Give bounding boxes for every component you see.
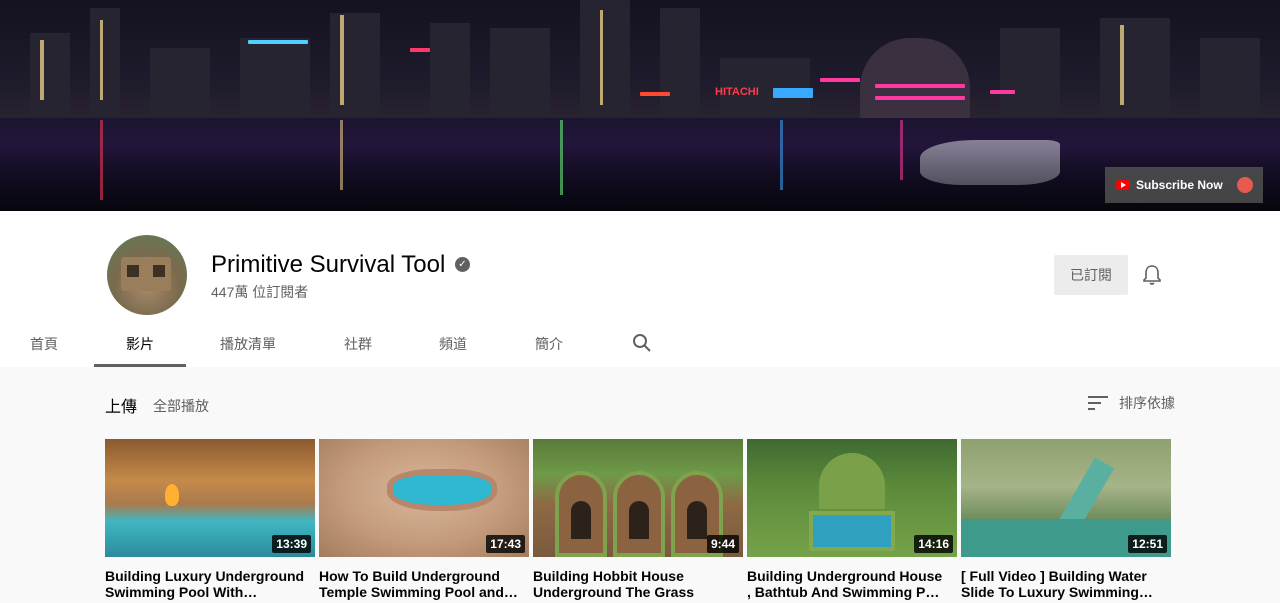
tab-community[interactable]: 社群 — [328, 321, 388, 367]
banner-building — [1100, 18, 1170, 118]
youtube-icon — [1116, 180, 1130, 190]
banner-lights — [340, 15, 344, 105]
thumbnail-fire — [165, 484, 179, 506]
video-thumbnail[interactable]: 17:43 — [319, 439, 529, 557]
search-icon[interactable] — [632, 333, 652, 353]
video-thumbnail[interactable]: 14:16 — [747, 439, 957, 557]
banner-building — [430, 23, 470, 118]
video-title[interactable]: Building Underground House , Bathtub And… — [747, 568, 947, 600]
video-title-line: How To Build Underground — [319, 568, 500, 584]
banner-boat — [920, 140, 1060, 185]
banner-building — [490, 28, 550, 118]
banner-building — [240, 38, 310, 118]
banner-neon — [248, 40, 308, 44]
sort-by-button[interactable]: 排序依據 — [1088, 393, 1175, 413]
tab-channels[interactable]: 頻道 — [423, 321, 483, 367]
banner-reflection — [780, 120, 783, 190]
video-title-line: Building Underground House — [747, 568, 943, 584]
video-thumbnail[interactable]: 13:39 — [105, 439, 315, 557]
video-title-line: Building Hobbit House — [533, 568, 684, 584]
video-title[interactable]: Building Hobbit House Underground The Gr… — [533, 568, 733, 600]
banner-neon — [990, 90, 1015, 94]
banner-building — [150, 48, 210, 118]
thumbnail-arch — [613, 471, 665, 557]
banner-reflection — [900, 120, 903, 180]
video-thumbnail[interactable]: 12:51 — [961, 439, 1171, 557]
video-thumbnail[interactable]: 9:44 — [533, 439, 743, 557]
banner-building — [1200, 38, 1260, 118]
banner-neon — [410, 48, 430, 52]
banner-building — [330, 13, 380, 118]
thumbnail-pool — [387, 469, 497, 511]
subscriber-count: 447萬 位訂閱者 — [211, 284, 309, 300]
video-duration: 12:51 — [1128, 535, 1167, 553]
video-title-line: [ Full Video ] Building Water — [961, 568, 1147, 584]
sort-icon — [1088, 396, 1108, 410]
banner-lights — [1120, 25, 1124, 105]
banner-lights — [40, 40, 44, 100]
banner-building — [30, 33, 70, 118]
avatar-hut-image — [121, 257, 171, 291]
thumbnail-house — [819, 453, 885, 509]
tab-home[interactable]: 首頁 — [18, 321, 70, 367]
section-title: 上傳 — [105, 399, 138, 416]
banner-building — [1000, 28, 1060, 118]
banner-neon-sign: HITACHI — [715, 86, 759, 98]
video-title[interactable]: How To Build Underground Temple Swimming… — [319, 568, 519, 600]
banner-water — [0, 118, 1280, 211]
banner-lights — [100, 20, 103, 100]
video-title-line: Swimming Pool With… — [105, 584, 258, 600]
video-title-line: , Bathtub And Swimming Po… — [747, 584, 947, 600]
banner-neon — [820, 78, 860, 82]
video-duration: 9:44 — [706, 535, 739, 553]
banner-building — [90, 8, 120, 118]
verified-check-icon: ✓ — [455, 257, 470, 272]
subscribe-now-watermark[interactable]: Subscribe Now — [1105, 167, 1263, 203]
banner-reflection — [560, 120, 563, 195]
video-duration: 17:43 — [486, 535, 525, 553]
channel-tabs: 首頁 影片 播放清單 社群 頻道 簡介 — [0, 321, 1280, 367]
banner-building — [660, 8, 700, 118]
play-all-link[interactable]: 全部播放 — [153, 396, 209, 416]
video-title-line: Underground The Grass — [533, 584, 695, 600]
subscribed-button[interactable]: 已訂閱 — [1054, 255, 1128, 295]
channel-banner: HITACHI Subscribe Now — [0, 0, 1280, 211]
notification-bell-icon[interactable] — [1142, 264, 1162, 286]
banner-reflection — [340, 120, 343, 190]
video-title-line: Building Luxury Underground — [105, 568, 305, 584]
tab-about[interactable]: 簡介 — [519, 321, 579, 367]
tab-videos[interactable]: 影片 — [94, 321, 186, 367]
channel-name: Primitive Survival Tool — [211, 251, 446, 278]
banner-neon — [875, 84, 965, 88]
banner-neon — [640, 92, 670, 96]
banner-neon — [875, 96, 965, 100]
videos-section: 上傳 全部播放 排序依據 13:39 Building Luxury Under… — [0, 367, 1280, 603]
thumbnail-arch — [555, 471, 607, 557]
channel-avatar[interactable] — [107, 235, 187, 315]
banner-neon — [773, 88, 813, 98]
video-title[interactable]: Building Luxury Underground Swimming Poo… — [105, 568, 305, 600]
banner-reflection — [100, 120, 103, 200]
sort-label: 排序依據 — [1119, 395, 1175, 411]
video-title-line: Temple Swimming Pool and… — [319, 584, 518, 600]
video-title[interactable]: [ Full Video ] Building Water Slide To L… — [961, 568, 1161, 600]
banner-lights — [600, 10, 603, 105]
channel-header: Primitive Survival Tool ✓ 447萬 位訂閱者 已訂閱 … — [0, 211, 1280, 367]
channel-mini-icon — [1237, 177, 1253, 193]
video-title-line: Slide To Luxury Swimming… — [961, 584, 1153, 600]
banner-building — [580, 0, 630, 118]
video-duration: 13:39 — [272, 535, 311, 553]
tab-playlists[interactable]: 播放清單 — [210, 321, 286, 367]
banner-building — [860, 38, 970, 118]
subscribe-now-label: Subscribe Now — [1136, 178, 1223, 192]
thumbnail-pool — [809, 511, 895, 551]
video-duration: 14:16 — [914, 535, 953, 553]
